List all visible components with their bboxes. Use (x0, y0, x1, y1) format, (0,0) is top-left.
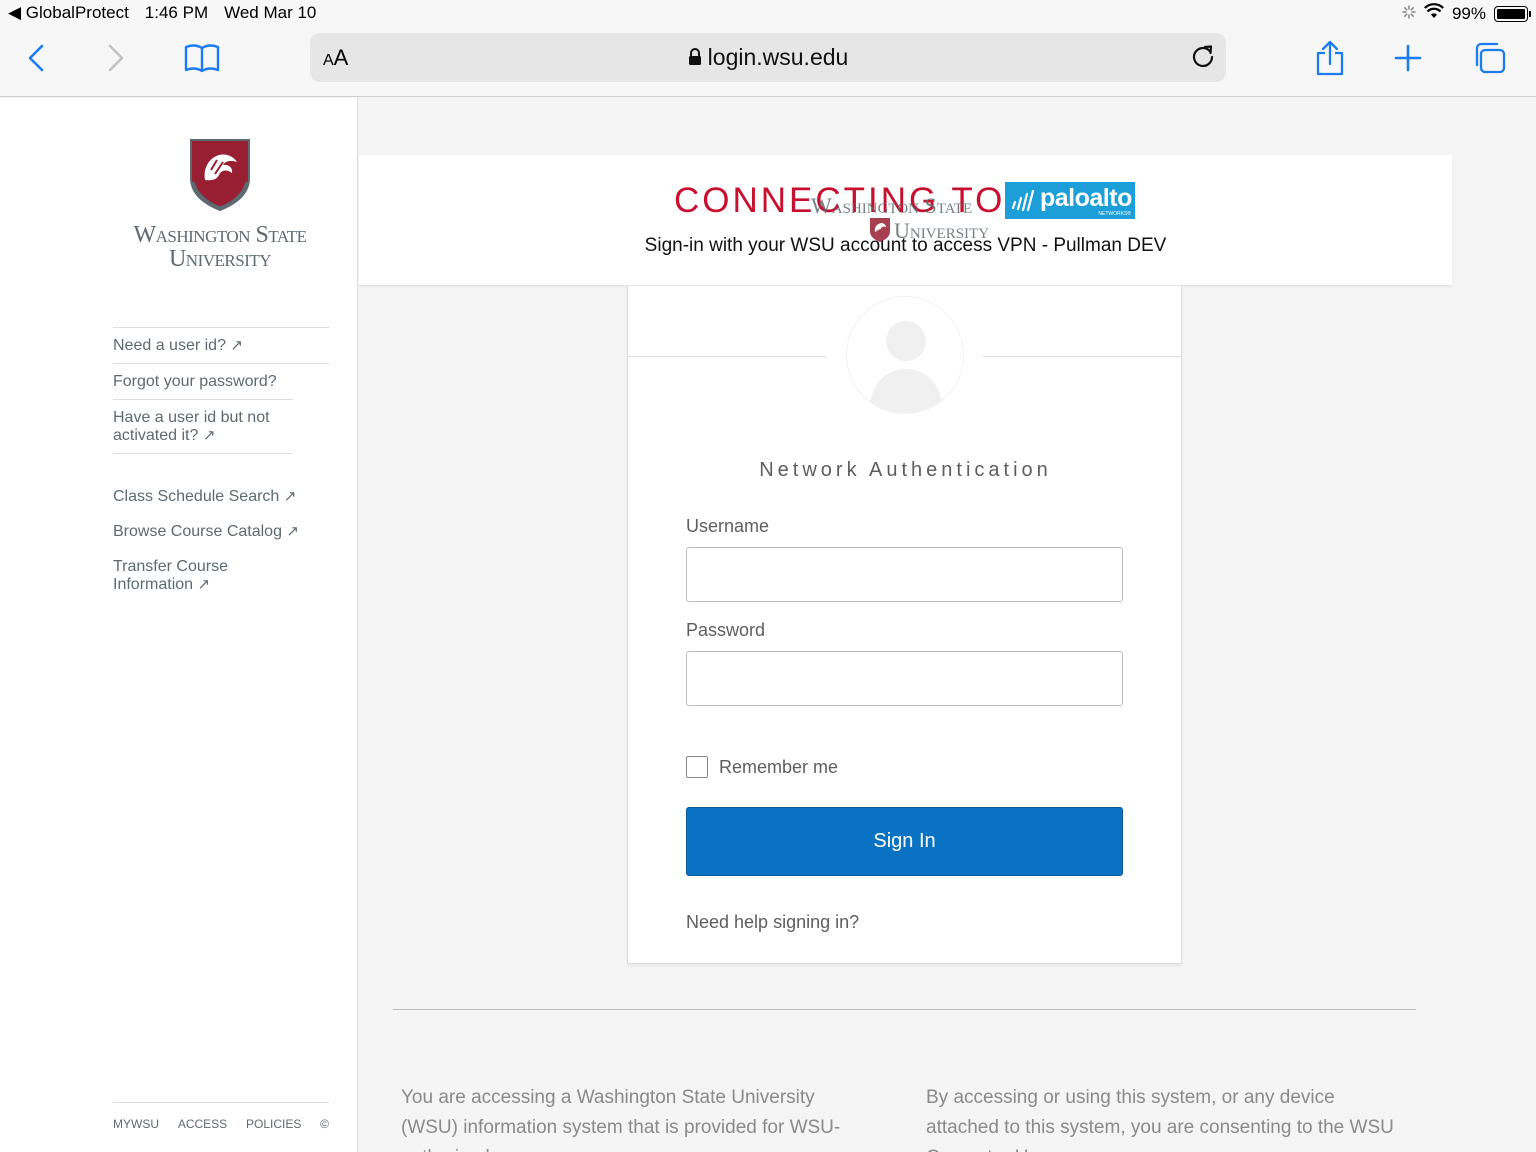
wsu-wordmark: Washington State University (133, 222, 307, 272)
back-button[interactable] (14, 38, 58, 78)
forgot-password-link[interactable]: Forgot your password? (113, 363, 329, 399)
transfer-course-info-link[interactable]: Transfer Course Information ↗ (113, 558, 248, 594)
course-links: Class Schedule Search ↗ Browse Course Ca… (113, 488, 343, 611)
vpn-activity-icon (1402, 4, 1416, 24)
share-button[interactable] (1308, 38, 1352, 78)
divider-right (983, 356, 1181, 357)
new-tab-button[interactable] (1386, 38, 1430, 78)
auth-heading: Network Authentication (759, 459, 1052, 481)
class-schedule-search-link[interactable]: Class Schedule Search ↗ (113, 488, 343, 506)
plus-icon (1394, 44, 1422, 72)
tabs-icon (1475, 42, 1506, 74)
browse-course-catalog-link[interactable]: Browse Course Catalog ↗ (113, 523, 343, 541)
footer-link-access[interactable]: ACCESS (178, 1117, 227, 1131)
tabs-button[interactable] (1468, 38, 1512, 78)
status-bar: ◀ GlobalProtect 1:46 PM Wed Mar 10 99% (0, 0, 1536, 26)
footer-link-copyright[interactable]: © (320, 1117, 329, 1131)
external-link-icon: ↗ (202, 427, 216, 444)
legal-notice-left: You are accessing a Washington State Uni… (401, 1087, 841, 1152)
username-label: Username (686, 516, 770, 536)
battery-percent: 99% (1451, 3, 1486, 23)
footer-link-policies[interactable]: POLICIES (246, 1117, 301, 1131)
external-link-icon: ↗ (286, 523, 299, 540)
external-link-icon: ↗ (283, 488, 297, 505)
wsu-overlay-wordmark: Washington State (811, 193, 973, 218)
wsu-shield-icon (190, 139, 250, 212)
divider-left (628, 356, 826, 357)
battery-icon (1494, 5, 1531, 22)
browser-toolbar: AA login.wsu.edu (0, 26, 1536, 97)
sidebar: Washington State University Need a user … (0, 98, 358, 1152)
lock-icon (688, 48, 701, 65)
banner-subtitle: Sign-in with your WSU account to access … (644, 235, 1167, 256)
forward-button[interactable] (94, 38, 138, 78)
status-time: 1:46 PM (144, 3, 209, 22)
share-icon (1316, 40, 1344, 76)
sidebar-footer: MYWSU ACCESS POLICIES © (113, 1102, 329, 1131)
back-to-app-link[interactable]: ◀ GlobalProtect (8, 3, 129, 23)
chevron-right-icon (108, 44, 124, 72)
password-input[interactable] (686, 651, 1123, 706)
account-links: Need a user id? ↗ Forgot your password? … (113, 327, 329, 454)
address-bar[interactable]: AA login.wsu.edu (310, 33, 1226, 82)
remember-me-label: Remember me (719, 756, 839, 777)
reload-icon (1192, 45, 1214, 68)
external-link-icon: ↗ (230, 337, 243, 354)
user-avatar-icon (846, 296, 964, 414)
remember-me[interactable]: Remember me (686, 756, 838, 778)
auth-container: Network Authentication Username Password… (627, 286, 1182, 964)
legal-notice-right: By accessing or using this system, or an… (926, 1087, 1394, 1152)
wifi-icon (1423, 3, 1444, 24)
vpn-banner: CONNECTING TO paloalto NETWORKS® Washing… (359, 155, 1452, 286)
reload-button[interactable] (1190, 43, 1216, 74)
sign-in-button[interactable]: Sign In (686, 807, 1123, 876)
url-display[interactable]: login.wsu.edu (310, 44, 1226, 71)
content-divider (393, 1009, 1416, 1010)
footer-link-mywsu[interactable]: MYWSU (113, 1117, 159, 1131)
need-user-id-link[interactable]: Need a user id? ↗ (113, 327, 329, 363)
book-icon (184, 44, 220, 73)
external-link-icon: ↗ (197, 576, 211, 593)
activate-user-id-link[interactable]: Have a user id but not activated it? ↗ (113, 399, 293, 454)
paloalto-mark-icon (1011, 189, 1035, 212)
username-input[interactable] (686, 547, 1123, 602)
paloalto-logo: paloalto NETWORKS® (1005, 182, 1135, 219)
help-signing-in-link[interactable]: Need help signing in? (686, 912, 859, 933)
remember-me-checkbox[interactable] (686, 756, 708, 778)
bookmarks-button[interactable] (180, 38, 224, 78)
wsu-logo[interactable]: Washington State University (110, 138, 330, 271)
status-date: Wed Mar 10 (224, 3, 317, 22)
password-label: Password (686, 620, 766, 640)
chevron-left-icon (28, 44, 44, 72)
